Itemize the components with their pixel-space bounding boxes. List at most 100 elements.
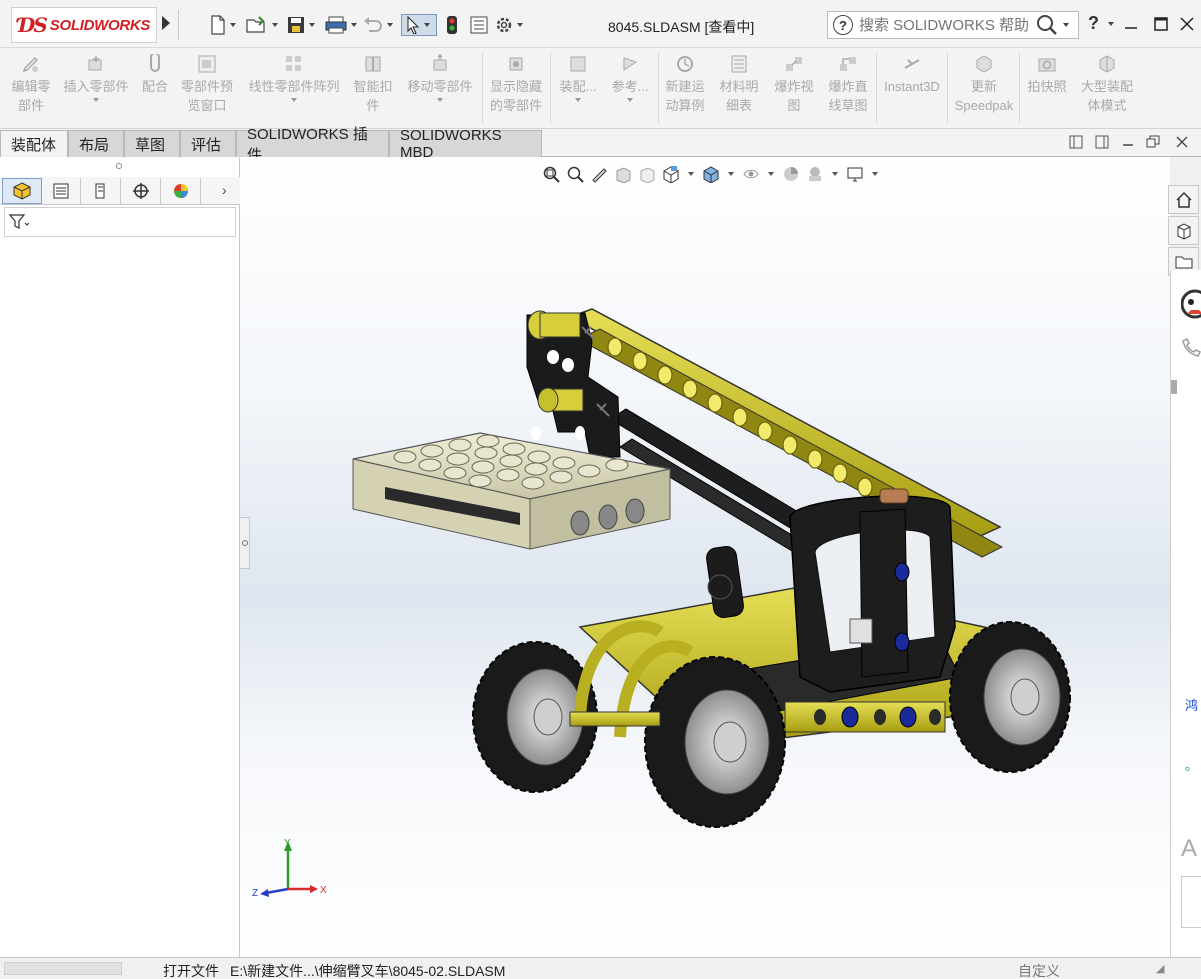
file-properties-icon: [470, 16, 488, 34]
search-icon[interactable]: [1035, 13, 1061, 37]
open-button[interactable]: [246, 14, 278, 36]
exploded-view-button[interactable]: 爆炸视 图: [771, 54, 817, 115]
display-manager-tab[interactable]: [161, 178, 201, 204]
panel-grip[interactable]: [116, 163, 122, 169]
graphics-area[interactable]: Y X Z: [240, 157, 1170, 957]
avatar-icon: [1181, 289, 1201, 319]
fork-plate: [352, 432, 671, 550]
triad-z-label: Z: [252, 888, 258, 899]
dimxpert-manager-tab[interactable]: [121, 178, 161, 204]
status-scrollbar[interactable]: [4, 962, 122, 975]
chat-snippet-3: A: [1181, 835, 1198, 862]
component-preview-button[interactable]: 零部件预 览窗口: [176, 54, 238, 115]
tab-evaluate[interactable]: 评估: [180, 130, 236, 157]
home-icon: [1175, 191, 1192, 208]
insert-component-button[interactable]: 插入零部件: [60, 54, 132, 102]
close-button[interactable]: [1177, 14, 1197, 34]
undo-button[interactable]: [363, 14, 393, 36]
panel-right-icon[interactable]: [1095, 135, 1109, 149]
assembly-features-button[interactable]: 装配...: [556, 54, 600, 102]
chat-snippet-1: 鸿: [1185, 698, 1199, 713]
options-button[interactable]: [495, 14, 523, 36]
ds-logo-icon: ƊS: [18, 13, 48, 37]
tree-filter-bar[interactable]: [4, 207, 236, 237]
side-panel-strip: 鸿 。 A: [1170, 270, 1201, 960]
select-button[interactable]: [401, 14, 437, 36]
show-hidden-components-button[interactable]: 显示隐藏 的零部件: [486, 54, 546, 115]
solidworks-logo[interactable]: ƊS SOLIDWORKS: [11, 7, 157, 43]
tab-solidworks-addins[interactable]: SOLIDWORKS 插件: [236, 126, 389, 164]
search-box[interactable]: ?: [827, 11, 1079, 39]
help-circle-icon: ?: [833, 15, 853, 35]
new-document-button[interactable]: [210, 14, 236, 36]
mate-icon: [144, 54, 166, 74]
more-tabs-icon[interactable]: ›: [222, 182, 227, 198]
minimize-button[interactable]: [1121, 14, 1141, 34]
menu-expand-icon[interactable]: [162, 16, 170, 30]
document-title: 8045.SLDASM [查看中]: [608, 19, 755, 35]
chat-input-box[interactable]: [1181, 876, 1201, 928]
update-speedpak-button[interactable]: 更新 Speedpak: [952, 54, 1016, 115]
tab-layout[interactable]: 布局: [68, 130, 124, 157]
wheel-rear-right: [949, 621, 1071, 773]
resize-grip-icon[interactable]: ◢: [1156, 962, 1164, 975]
explode-line-sketch-icon: [837, 54, 859, 74]
large-assembly-mode-button[interactable]: 大型装配 体模式: [1076, 54, 1138, 115]
mate-button[interactable]: 配合: [138, 54, 172, 96]
view-restore-icon[interactable]: [1146, 135, 1160, 149]
explode-line-sketch-button[interactable]: 爆炸直 线草图: [823, 54, 873, 115]
rebuild-button[interactable]: [446, 14, 458, 36]
save-icon: [288, 17, 304, 33]
crosshair-icon: [132, 183, 149, 199]
linear-pattern-button[interactable]: 线性零部件阵列: [244, 54, 344, 102]
feature-manager-panel: ›: [0, 157, 240, 957]
instant3d-icon: [901, 54, 923, 74]
solidworks-resources-tab[interactable]: [1168, 185, 1199, 214]
unit-system-selector[interactable]: 自定义: [1018, 961, 1060, 979]
new-motion-study-button[interactable]: 新建运 动算例: [662, 54, 708, 115]
large-assembly-icon: [1096, 54, 1118, 74]
edit-component-icon: [20, 54, 42, 74]
help-dropdown-icon[interactable]: [1108, 22, 1114, 26]
design-library-tab[interactable]: [1168, 216, 1199, 245]
move-component-icon: [429, 54, 451, 74]
feature-manager-tabs: ›: [0, 177, 240, 205]
bill-of-materials-button[interactable]: 材料明 细表: [716, 54, 762, 115]
save-button[interactable]: [287, 14, 315, 36]
command-manager-ribbon: 编辑零 部件 插入零部件 配合 零部件预 览窗口 线性零部件阵列 智能扣 件 移…: [0, 48, 1201, 129]
view-close-icon[interactable]: [1175, 135, 1189, 149]
reference-geometry-button[interactable]: 参考...: [608, 54, 652, 102]
property-manager-tab[interactable]: [41, 178, 81, 204]
status-action-label: 打开文件: [163, 963, 219, 979]
scrollbar-thumb[interactable]: [1171, 380, 1177, 394]
move-component-button[interactable]: 移动零部件: [403, 54, 477, 102]
help-button[interactable]: ?: [1088, 13, 1099, 34]
configuration-manager-tab[interactable]: [81, 178, 121, 204]
panel-left-icon[interactable]: [1069, 135, 1083, 149]
wheel-front-left: [644, 656, 786, 828]
tab-sketch[interactable]: 草图: [124, 130, 180, 157]
show-hidden-icon: [505, 54, 527, 74]
search-input[interactable]: [859, 16, 1029, 34]
instant3d-button[interactable]: Instant3D: [880, 54, 944, 96]
feature-tree-tab[interactable]: [2, 178, 42, 204]
file-properties-button[interactable]: [470, 14, 488, 36]
preview-window-icon: [196, 54, 218, 74]
smart-fastener-button[interactable]: 智能扣 件: [350, 54, 396, 115]
maximize-button[interactable]: [1151, 14, 1171, 34]
triad-x-label: X: [320, 885, 327, 896]
tab-solidworks-mbd[interactable]: SOLIDWORKS MBD: [389, 127, 542, 161]
select-arrow-icon: [407, 16, 420, 34]
motion-study-icon: [674, 54, 696, 74]
view-minimize-icon[interactable]: [1121, 135, 1135, 149]
edit-component-button[interactable]: 编辑零 部件: [8, 54, 54, 115]
take-snapshot-button[interactable]: 拍快照: [1024, 54, 1070, 96]
telehandler-3d-model[interactable]: [240, 157, 1170, 957]
tab-assembly[interactable]: 装配体: [0, 130, 68, 157]
assembly-features-icon: [567, 54, 589, 74]
appearance-icon: [173, 184, 188, 198]
snapshot-icon: [1036, 54, 1058, 74]
triad-y-label: Y: [284, 838, 291, 849]
status-bar: 打开文件 E:\新建文件...\伸缩臂叉车\8045-02.SLDASM 自定义…: [0, 957, 1201, 979]
print-button[interactable]: [325, 14, 357, 36]
